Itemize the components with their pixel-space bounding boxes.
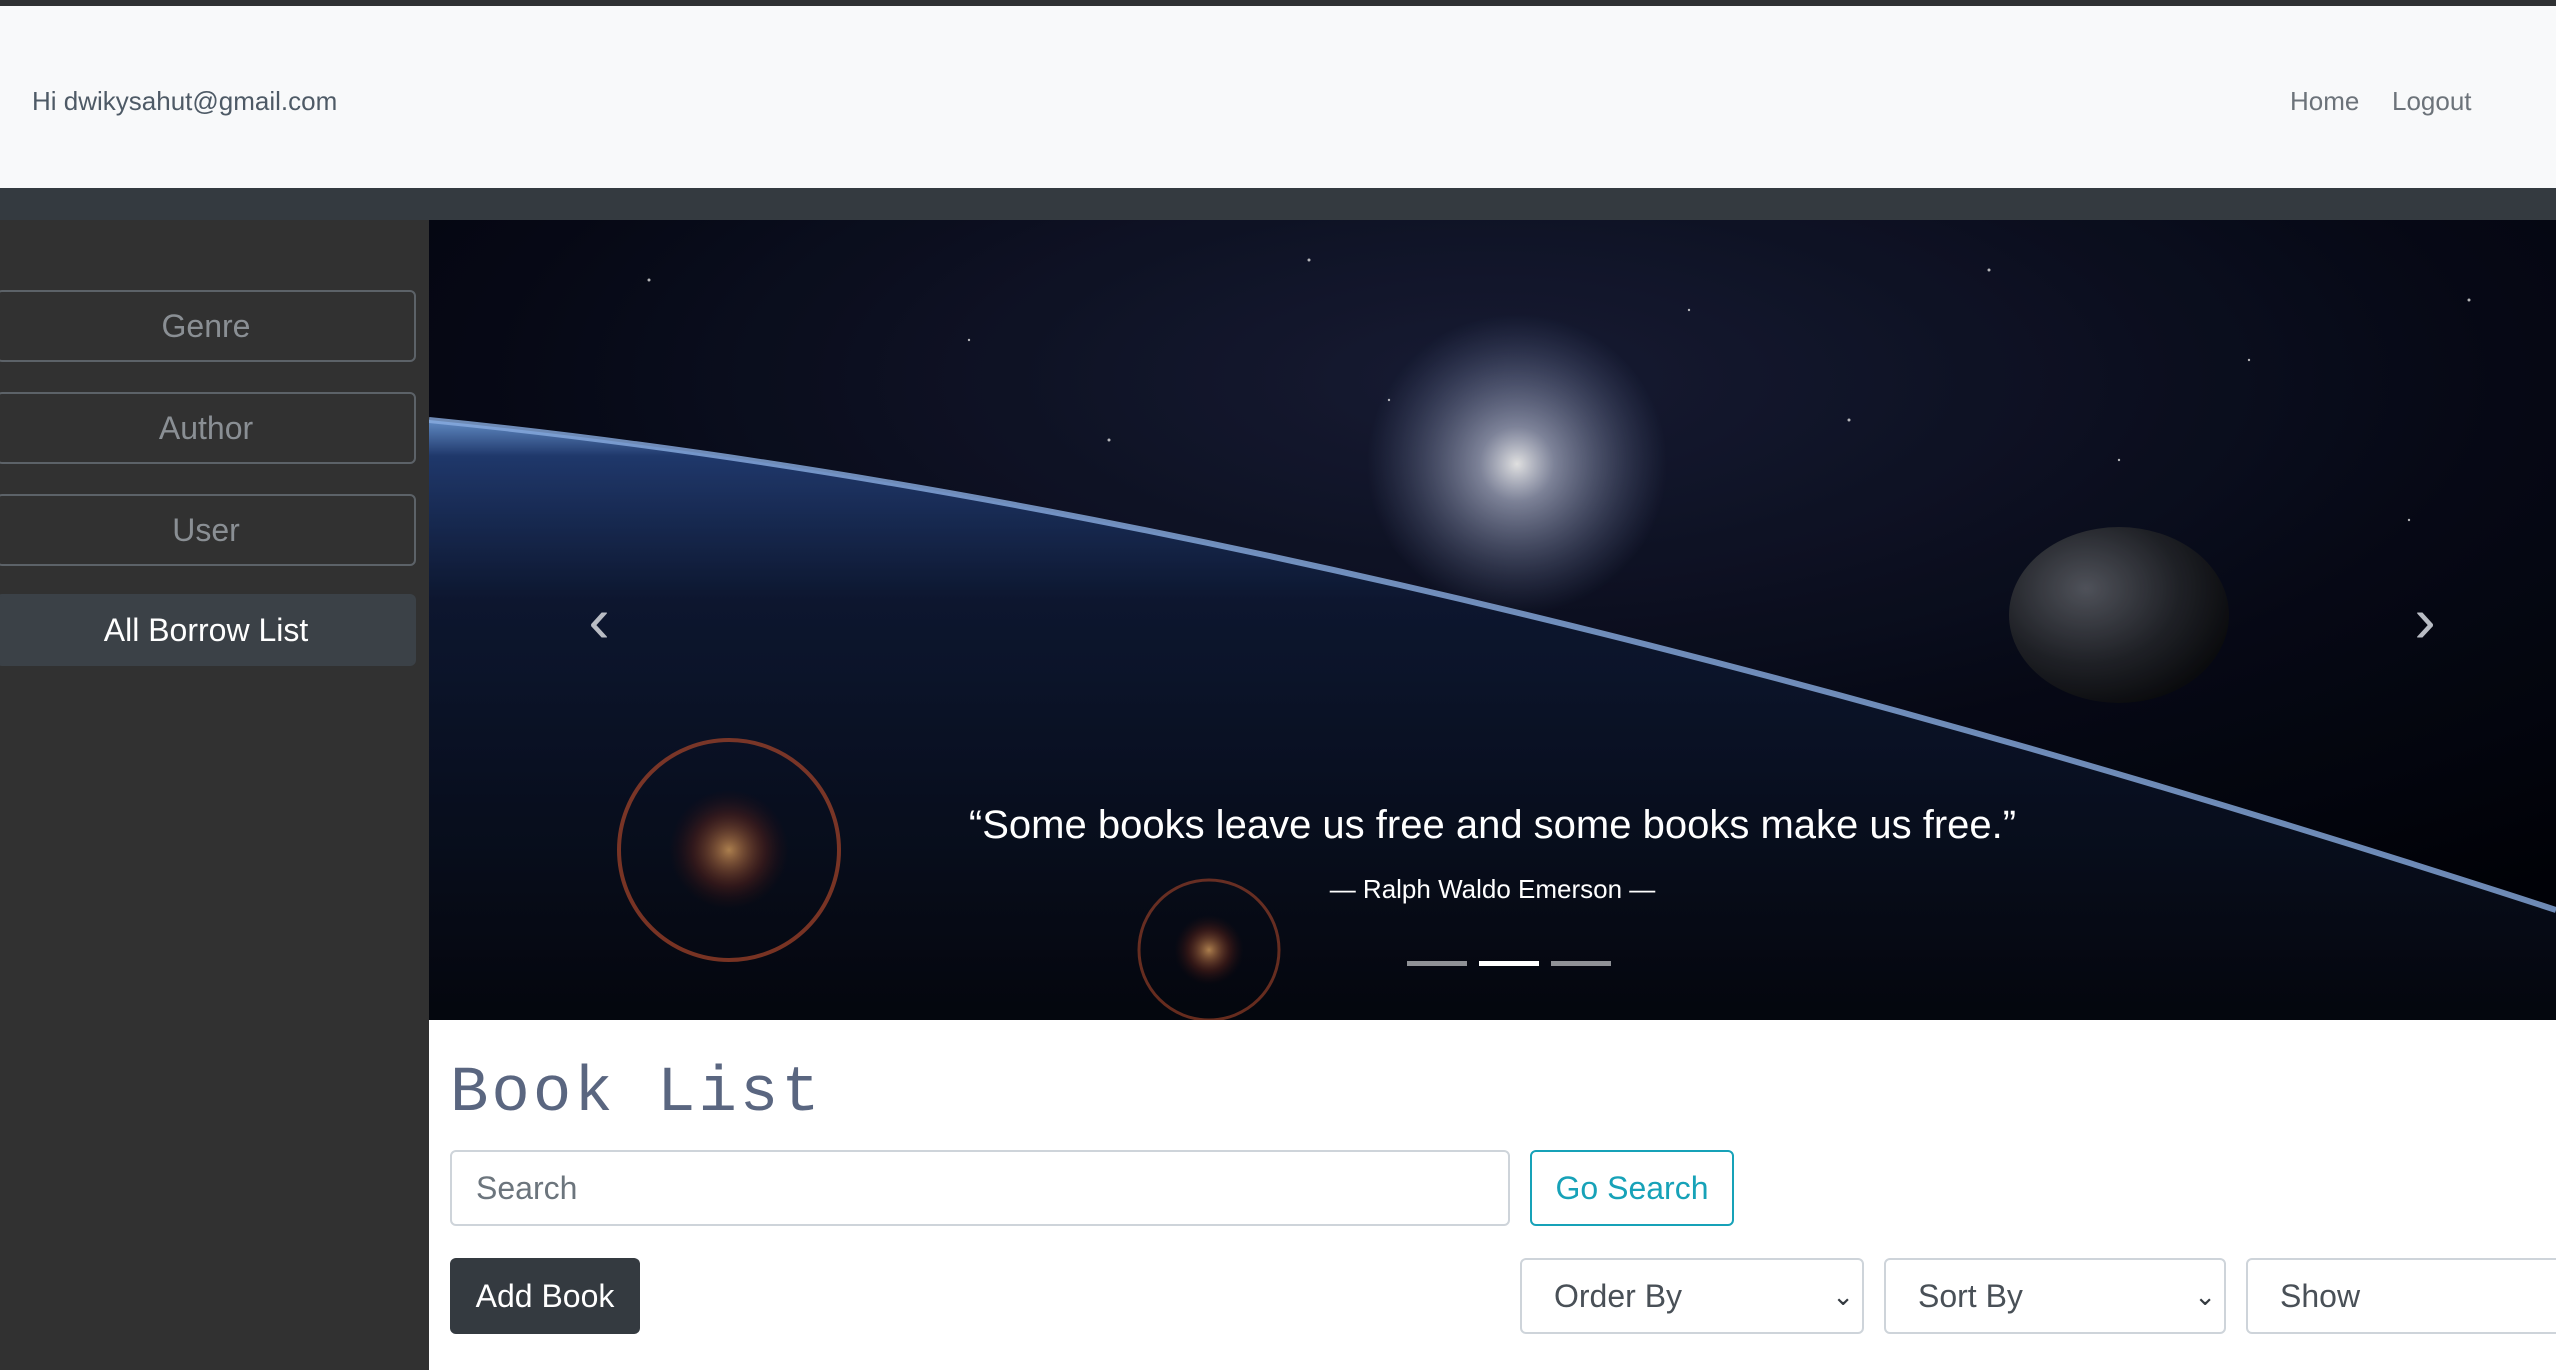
show-select-value: Show [2280,1278,2361,1314]
carousel-indicator-1[interactable] [1407,961,1467,966]
sidebar-item-genre[interactable]: Genre [0,290,416,362]
page-title: Book List [450,1058,823,1130]
sidebar-item-author[interactable]: Author [0,392,416,464]
add-book-button[interactable]: Add Book [450,1258,640,1334]
carousel-next-control[interactable]: › [2395,580,2455,660]
chevron-down-icon: ⌄ [2194,1281,2216,1311]
chevron-right-icon: › [2414,584,2436,656]
carousel-prev-control[interactable]: ‹ [569,580,629,660]
header-divider-strip [0,188,2556,220]
go-search-button[interactable]: Go Search [1530,1150,1734,1226]
sidebar: Genre Author User All Borrow List [0,220,429,1370]
sidebar-item-all-borrow-list[interactable]: All Borrow List [0,594,416,666]
nav-logout-link[interactable]: Logout [2392,86,2472,117]
carousel-indicator-3[interactable] [1551,961,1611,966]
carousel-caption-author: — Ralph Waldo Emerson — [1329,874,1656,904]
chevron-down-icon: ⌄ [1832,1281,1854,1311]
order-by-select[interactable]: Order By ⌄ [1520,1258,1864,1334]
sort-by-select-value: Sort By [1918,1278,2023,1314]
show-select[interactable]: Show [2246,1258,2556,1334]
chevron-left-icon: ‹ [588,584,610,656]
nav-home-link[interactable]: Home [2290,86,2359,117]
order-by-select-value: Order By [1554,1278,1683,1314]
search-input[interactable] [450,1150,1510,1226]
sort-by-select[interactable]: Sort By ⌄ [1884,1258,2226,1334]
carousel-indicator-2[interactable] [1479,961,1539,966]
sidebar-item-user[interactable]: User [0,494,416,566]
carousel-caption-quote: “Some books leave us free and some books… [968,803,2017,847]
user-greeting: Hi dwikysahut@gmail.com [32,86,338,116]
navbar: Hi dwikysahut@gmail.com Home Logout [0,6,2556,188]
hero-carousel: ‹ › “Some books leave us free and some b… [429,220,2556,1020]
